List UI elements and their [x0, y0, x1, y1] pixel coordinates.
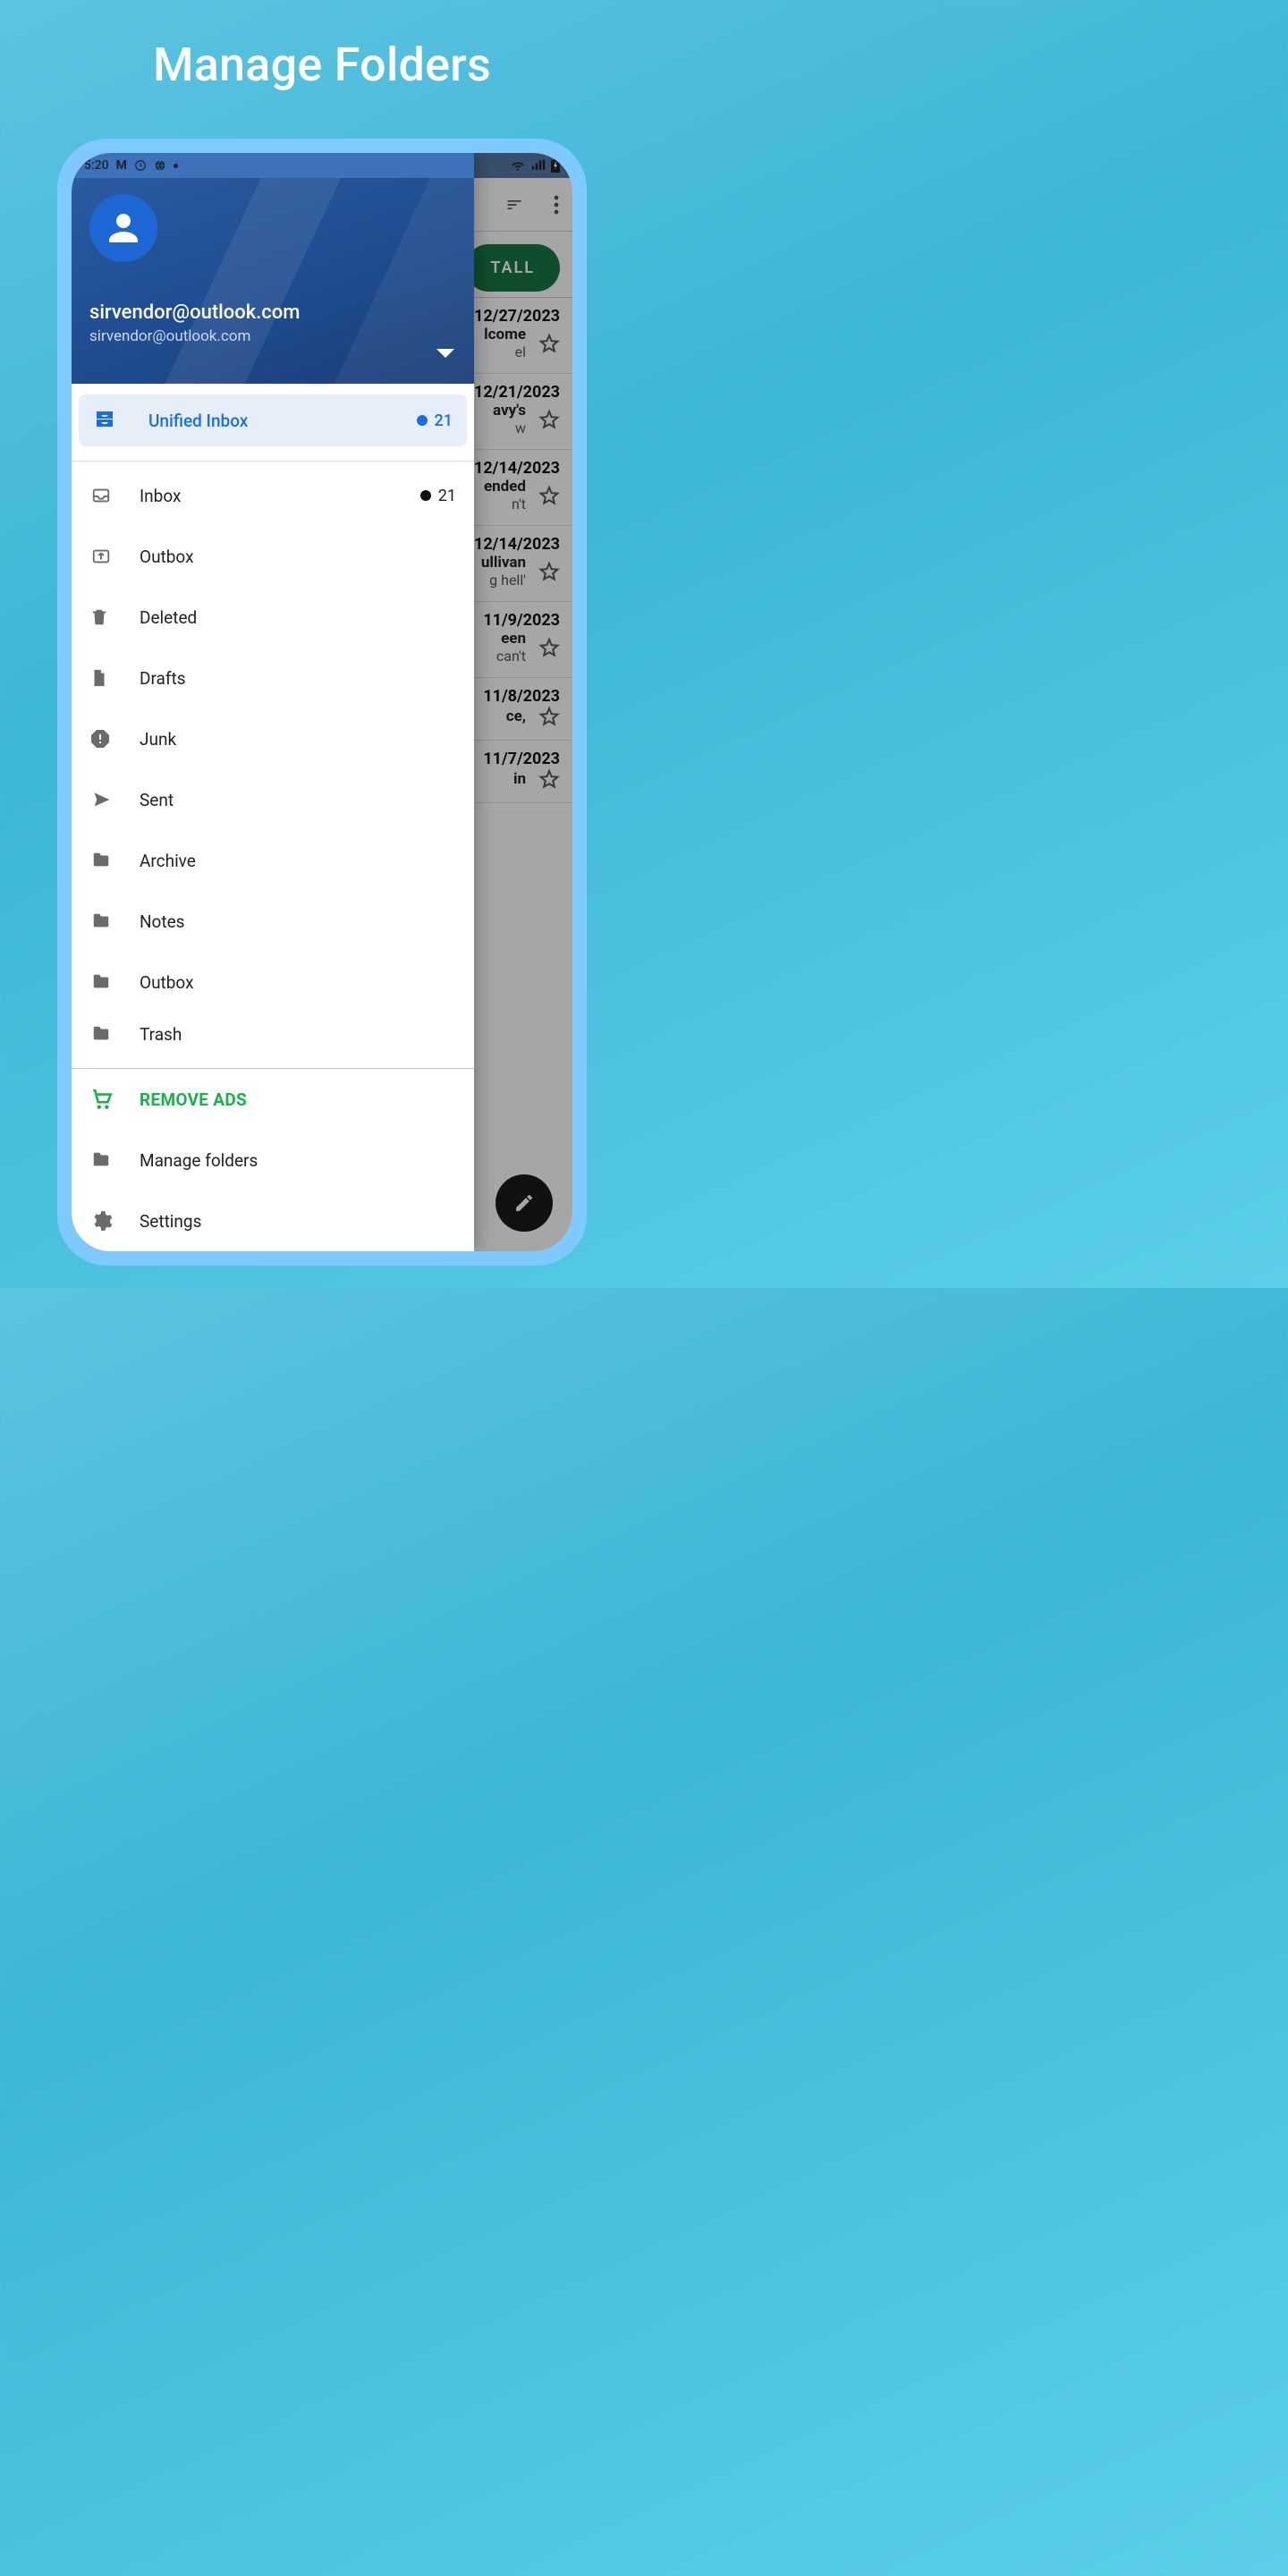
star-outline-icon[interactable]: [538, 706, 560, 727]
folder-label: Trash: [140, 1024, 456, 1045]
sidebar-item-inbox[interactable]: Inbox21: [72, 465, 474, 526]
sidebar-item-outbox[interactable]: Outbox: [72, 526, 474, 587]
more-icon[interactable]: [553, 195, 560, 215]
signal-icon: [531, 159, 546, 172]
promo-title: Manage Folders: [153, 38, 491, 92]
dot-icon: [174, 164, 178, 168]
sidebar-item-remove-ads[interactable]: REMOVE ADS: [72, 1069, 474, 1130]
mail-subject: een: [496, 630, 526, 648]
unread-dot-icon: [417, 415, 428, 426]
divider: [72, 461, 474, 462]
status-bar-drawer: 5:20 M: [72, 153, 474, 178]
folder-label: Outbox: [140, 547, 456, 567]
inbox-icon: [89, 486, 132, 505]
mail-date: 12/21/2023: [474, 383, 560, 402]
stacked-inbox-icon: [93, 410, 116, 431]
mail-preview: w: [493, 419, 526, 436]
folder-label: Inbox: [140, 486, 420, 506]
file-icon: [89, 666, 132, 690]
mail-date: 12/27/2023: [474, 307, 560, 326]
star-outline-icon[interactable]: [538, 333, 560, 354]
mail-date: 12/14/2023: [474, 459, 560, 478]
mail-date: 12/14/2023: [474, 535, 560, 554]
send-icon: [89, 791, 132, 809]
mail-preview: can't: [496, 648, 526, 665]
star-outline-icon[interactable]: [538, 409, 560, 430]
remove-ads-label: REMOVE ADS: [140, 1089, 456, 1110]
avatar[interactable]: [89, 194, 157, 262]
chevron-down-icon[interactable]: [436, 348, 454, 360]
sidebar-item-junk[interactable]: Junk: [72, 708, 474, 769]
drawer-header[interactable]: sirvendor@outlook.com sirvendor@outlook.…: [72, 178, 474, 384]
gmail-m-icon: M: [116, 158, 127, 173]
navigation-drawer: 5:20 M sirvendor@outlook.com sirvendor@o…: [72, 153, 474, 1251]
mail-subject: avy's: [493, 402, 526, 419]
sidebar-item-drafts[interactable]: Drafts: [72, 648, 474, 708]
install-button[interactable]: TALL: [465, 244, 560, 292]
folder-label: Outbox: [140, 972, 456, 993]
unified-inbox-label: Unified Inbox: [148, 411, 417, 431]
outbox-icon: [89, 547, 132, 566]
cart-icon: [89, 1088, 132, 1111]
mail-subject: ended: [484, 478, 526, 496]
mail-preview: el: [484, 343, 526, 360]
sidebar-item-manage-folders[interactable]: Manage folders: [72, 1130, 474, 1191]
star-outline-icon[interactable]: [538, 768, 560, 790]
sidebar-item-unified-inbox[interactable]: Unified Inbox 21: [79, 394, 467, 446]
mail-subject: lcome: [484, 326, 526, 343]
sidebar-item-deleted[interactable]: Deleted: [72, 587, 474, 648]
wifi-icon: [510, 159, 526, 172]
person-icon: [102, 207, 145, 250]
folder-label: Notes: [140, 911, 456, 932]
folder-count: 21: [420, 487, 456, 505]
folder-icon: [89, 1150, 132, 1170]
folder-icon: [89, 1024, 132, 1044]
sidebar-item-trash[interactable]: Trash: [72, 1013, 474, 1055]
clock-icon: [134, 159, 147, 172]
sidebar-item-archive[interactable]: Archive: [72, 830, 474, 891]
star-outline-icon[interactable]: [538, 485, 560, 506]
mail-date: 11/7/2023: [483, 750, 560, 768]
gear-icon: [89, 1209, 132, 1233]
phone-screen: TALL 12/27/2023lcomeel 12/21/2023avy'sw 12…: [72, 153, 572, 1251]
folder-label: Deleted: [140, 607, 456, 628]
star-outline-icon[interactable]: [538, 637, 560, 658]
folder-icon: [89, 851, 132, 870]
folder-label: Archive: [140, 851, 456, 871]
battery-icon: [551, 158, 560, 173]
unread-dot-icon: [420, 490, 431, 501]
mail-preview: n't: [484, 496, 526, 513]
trash-icon: [89, 606, 132, 629]
folder-label: Junk: [140, 729, 456, 750]
manage-folders-label: Manage folders: [140, 1150, 456, 1171]
folder-label: Sent: [140, 790, 456, 810]
mail-subject: ce,: [506, 708, 526, 725]
folder-icon: [89, 972, 132, 992]
alert-icon: [89, 728, 132, 750]
folder-label: Drafts: [140, 668, 456, 689]
sidebar-item-notes[interactable]: Notes: [72, 891, 474, 952]
settings-label: Settings: [140, 1211, 456, 1232]
star-outline-icon[interactable]: [538, 561, 560, 582]
sort-icon[interactable]: [503, 196, 526, 214]
pencil-icon: [513, 1192, 535, 1214]
sidebar-item-sent[interactable]: Sent: [72, 769, 474, 830]
folder-icon: [89, 911, 132, 931]
phone-frame: TALL 12/27/2023lcomeel 12/21/2023avy'sw 12…: [57, 139, 587, 1266]
status-time: 5:20: [84, 158, 109, 173]
mail-preview: g hell': [481, 572, 526, 589]
mail-subject: in: [513, 770, 526, 788]
mail-date: 11/9/2023: [483, 611, 560, 630]
account-name: sirvendor@outlook.com: [89, 301, 456, 324]
compose-fab[interactable]: [496, 1174, 553, 1232]
unified-inbox-count: 21: [417, 411, 453, 430]
sidebar-item-settings[interactable]: Settings: [72, 1191, 474, 1251]
account-email: sirvendor@outlook.com: [89, 327, 456, 345]
mail-date: 11/8/2023: [483, 687, 560, 706]
aperture-icon: [154, 159, 166, 172]
folder-list: Inbox21 Outbox Deleted Drafts Junk Sent Archiv…: [72, 465, 474, 1068]
mail-subject: ullivan: [481, 554, 526, 572]
sidebar-item-outbox2[interactable]: Outbox: [72, 952, 474, 1013]
